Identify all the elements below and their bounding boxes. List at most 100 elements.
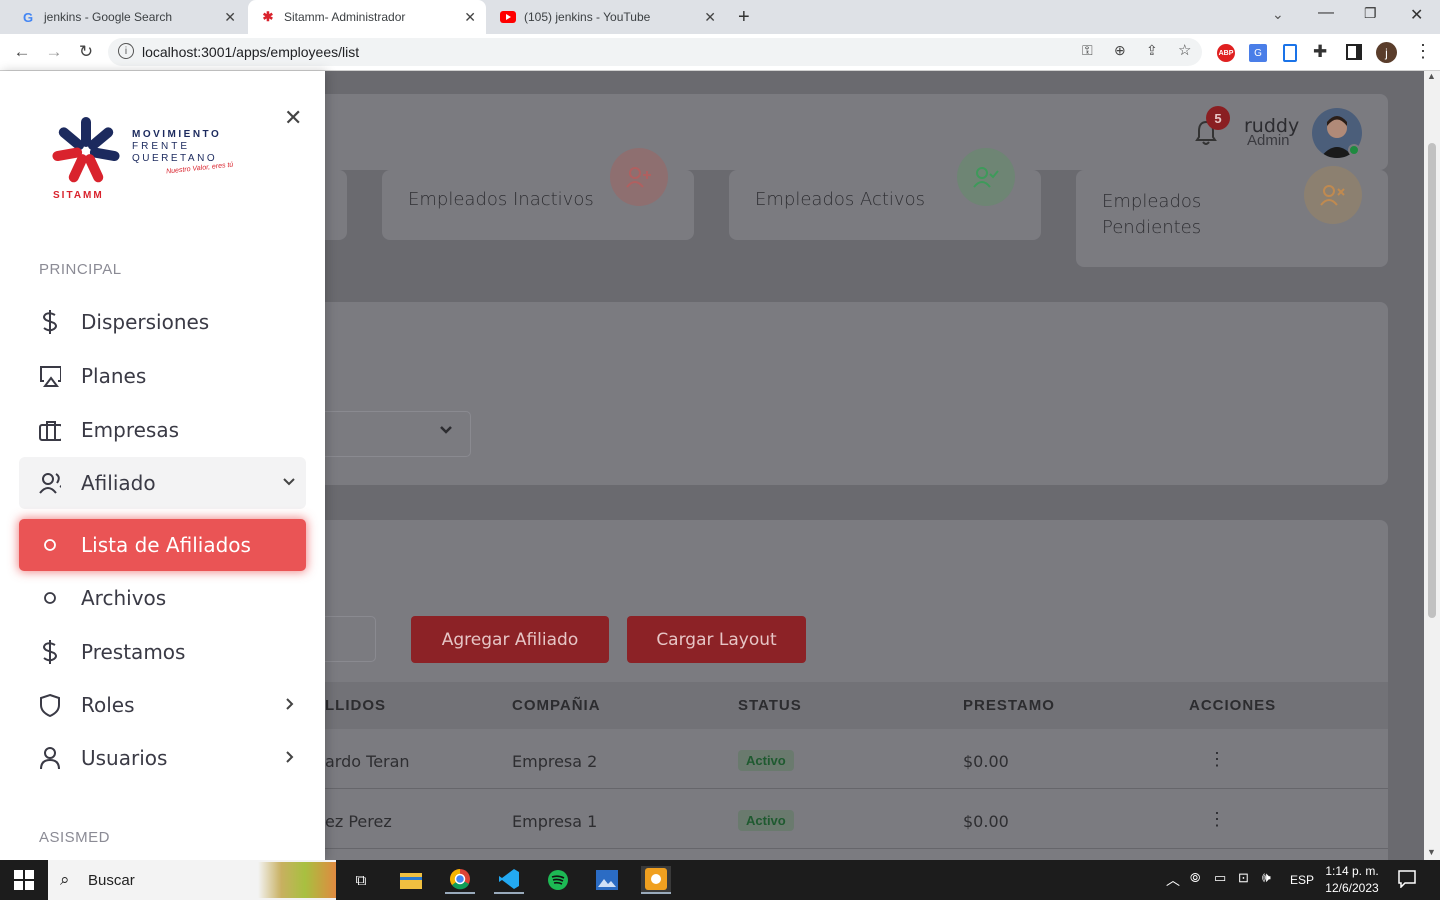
stat-card-active: Empleados Activos bbox=[729, 148, 1041, 240]
sidepanel-icon[interactable] bbox=[1346, 44, 1362, 60]
battery-icon[interactable]: ▭ bbox=[1214, 870, 1226, 886]
kebab-menu-icon[interactable]: ⋮ bbox=[1414, 41, 1432, 62]
taskbar-search[interactable]: ⌕ Buscar bbox=[48, 860, 336, 900]
user-role: Admin bbox=[1247, 132, 1290, 149]
tab-sitamm[interactable]: ✱ Sitamm- Administrador ✕ bbox=[248, 0, 486, 34]
app-orange-icon[interactable] bbox=[641, 866, 671, 894]
key-icon[interactable]: ⚿ bbox=[1082, 42, 1093, 59]
upload-layout-button[interactable]: Cargar Layout bbox=[627, 616, 806, 663]
sitamm-logo[interactable]: MOVIMIENTO FRENTE QUERETANO Nuestro Valo… bbox=[48, 113, 248, 208]
tab-google-search[interactable]: G jenkins - Google Search ✕ bbox=[8, 0, 246, 34]
spotify-icon[interactable] bbox=[543, 866, 573, 894]
tray-chevron-up-icon[interactable]: ︿ bbox=[1166, 870, 1180, 890]
sidebar-item-empresas[interactable]: Empresas bbox=[19, 404, 306, 456]
restore-icon[interactable]: ❐ bbox=[1364, 5, 1377, 22]
stat-card-inactive: Empleados Inactivos bbox=[382, 148, 694, 240]
notification-badge: 5 bbox=[1206, 106, 1230, 130]
search-placeholder: Buscar bbox=[88, 871, 135, 889]
sidebar-item-afiliado[interactable]: Afiliado bbox=[19, 457, 306, 509]
zoom-icon[interactable]: ⊕ bbox=[1114, 42, 1126, 59]
column-header: COMPAÑIA bbox=[512, 697, 601, 714]
employee-company: Empresa 1 bbox=[512, 812, 598, 831]
sidebar-item-label: Afiliado bbox=[81, 471, 156, 495]
page-scrollbar[interactable]: ▲ ▼ bbox=[1424, 71, 1440, 860]
table-row[interactable]: ez Perez Empresa 1 Activo $0.00 ⋮ bbox=[150, 789, 1388, 849]
filter-card bbox=[150, 302, 1388, 485]
column-header: PRESTAMO bbox=[963, 697, 1055, 714]
extension-doc-icon[interactable] bbox=[1283, 44, 1297, 62]
user-check-icon bbox=[957, 148, 1015, 206]
back-arrow-icon[interactable]: ← bbox=[11, 41, 33, 63]
employee-company: Empresa 2 bbox=[512, 752, 598, 771]
notification-center-icon[interactable] bbox=[1398, 870, 1416, 893]
sidebar-item-planes[interactable]: Planes bbox=[19, 350, 306, 402]
window-close-icon[interactable]: ✕ bbox=[1410, 5, 1423, 25]
address-bar[interactable]: i localhost:3001/apps/employees/list ⚿ ⊕… bbox=[108, 38, 1202, 66]
puzzle-icon[interactable]: ✚ bbox=[1313, 42, 1327, 62]
stat-label: Empleados Inactivos bbox=[408, 189, 594, 210]
google-icon: G bbox=[22, 9, 34, 25]
reload-icon[interactable]: ↻ bbox=[75, 41, 97, 63]
chevron-right-icon bbox=[282, 749, 296, 768]
sidebar-item-label: Usuarios bbox=[81, 746, 168, 770]
bookmark-star-icon[interactable]: ☆ bbox=[1178, 41, 1191, 59]
clock-date[interactable]: 12/6/2023 bbox=[1322, 881, 1382, 895]
meet-now-icon[interactable]: ⦾ bbox=[1190, 870, 1200, 886]
volume-icon[interactable]: 🕪 bbox=[1262, 869, 1271, 886]
tab-title: Sitamm- Administrador bbox=[284, 10, 406, 24]
network-icon[interactable]: ⊡ bbox=[1238, 870, 1249, 886]
employee-loan: $0.00 bbox=[963, 752, 1009, 771]
sidebar-item-dispersiones[interactable]: Dispersiones bbox=[19, 296, 306, 348]
share-icon[interactable]: ⇪ bbox=[1146, 42, 1158, 59]
more-vertical-icon[interactable]: ⋮ bbox=[1208, 749, 1226, 770]
tab-title: (105) jenkins - YouTube bbox=[524, 10, 651, 24]
adblock-icon[interactable]: ABP bbox=[1217, 44, 1235, 62]
close-icon[interactable]: ✕ bbox=[704, 9, 716, 26]
circle-icon bbox=[39, 538, 61, 552]
user-x-icon bbox=[1304, 166, 1362, 224]
task-view-icon[interactable]: ⧉ bbox=[346, 866, 376, 894]
sidebar-item-label: Roles bbox=[81, 693, 135, 717]
logo-line3: QUERETANO bbox=[132, 153, 218, 164]
file-explorer-icon[interactable] bbox=[396, 866, 426, 894]
sidebar-item-lista-afiliados[interactable]: Lista de Afiliados bbox=[19, 519, 306, 571]
sidebar-item-label: Archivos bbox=[81, 586, 167, 610]
add-affiliate-button[interactable]: Agregar Afiliado bbox=[411, 616, 609, 663]
scroll-up-icon[interactable]: ▲ bbox=[1427, 71, 1436, 81]
column-header: STATUS bbox=[738, 697, 802, 714]
clock-time[interactable]: 1:14 p. m. bbox=[1322, 864, 1382, 878]
tab-youtube[interactable]: (105) jenkins - YouTube ✕ bbox=[488, 0, 726, 34]
windows-start-icon[interactable] bbox=[14, 870, 34, 895]
url-text: localhost:3001/apps/employees/list bbox=[142, 44, 360, 60]
chevron-down-icon bbox=[438, 422, 454, 443]
chevron-down-icon bbox=[282, 474, 296, 493]
employee-loan: $0.00 bbox=[963, 812, 1009, 831]
logo-mark bbox=[52, 117, 120, 183]
sidebar-item-roles[interactable]: Roles bbox=[19, 679, 306, 731]
sitamm-icon: ✱ bbox=[262, 9, 274, 24]
user-plus-icon bbox=[610, 148, 668, 206]
more-vertical-icon[interactable]: ⋮ bbox=[1208, 809, 1226, 830]
translate-icon[interactable]: G bbox=[1249, 44, 1267, 62]
table-row[interactable]: ardo Teran Empresa 2 Activo $0.00 ⋮ bbox=[150, 729, 1388, 789]
profile-avatar[interactable]: j bbox=[1376, 42, 1397, 63]
scrollbar-thumb[interactable] bbox=[1428, 143, 1436, 618]
scroll-down-icon[interactable]: ▼ bbox=[1427, 847, 1436, 857]
sidebar-item-prestamos[interactable]: Prestamos bbox=[19, 626, 306, 678]
forward-arrow-icon[interactable]: → bbox=[43, 41, 65, 63]
photos-icon[interactable] bbox=[592, 866, 622, 894]
tab-search-chevron-icon[interactable]: ⌄ bbox=[1272, 6, 1284, 23]
close-icon[interactable]: ✕ bbox=[224, 9, 236, 26]
sidebar-item-usuarios[interactable]: Usuarios bbox=[19, 732, 306, 784]
vscode-icon[interactable] bbox=[494, 866, 524, 894]
close-icon[interactable]: ✕ bbox=[464, 9, 476, 26]
chrome-icon[interactable] bbox=[445, 866, 475, 894]
language-indicator[interactable]: ESP bbox=[1290, 873, 1314, 887]
briefcase-icon bbox=[39, 419, 61, 441]
close-sidebar-icon[interactable]: ✕ bbox=[284, 105, 302, 131]
shield-icon bbox=[39, 693, 61, 717]
info-icon[interactable]: i bbox=[118, 43, 134, 59]
minimize-icon[interactable]: — bbox=[1318, 4, 1334, 22]
sidebar-item-archivos[interactable]: Archivos bbox=[19, 572, 306, 624]
new-tab-plus-icon[interactable]: + bbox=[738, 6, 750, 29]
